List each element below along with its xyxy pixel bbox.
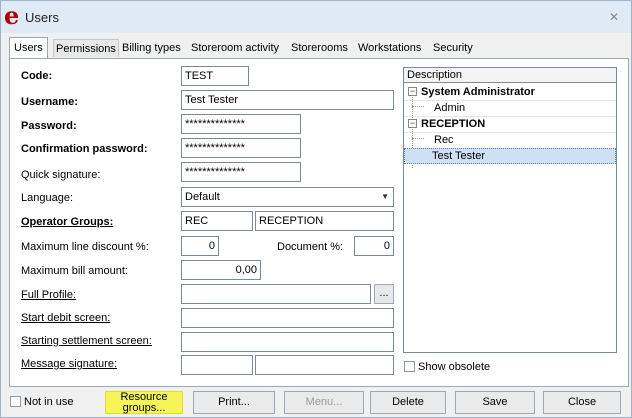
max-bill-amount-label: Maximum bill amount: (21, 265, 128, 277)
start-debit-screen-label[interactable]: Start debit screen: (21, 312, 110, 324)
app-logo-icon: e (4, 1, 20, 30)
code-label: Code: (21, 70, 53, 82)
title-bar[interactable]: e Users ✕ (1, 1, 631, 33)
print-button[interactable]: Print... (193, 391, 275, 414)
username-label: Username: (21, 96, 78, 108)
max-line-discount-label: Maximum line discount %: (21, 241, 149, 253)
operator-group-code-field[interactable]: REC (181, 211, 253, 231)
tree-item-row[interactable]: Rec (404, 132, 616, 148)
tab-storerooms[interactable]: Storerooms (289, 39, 350, 57)
tree-column-header[interactable]: Description (404, 68, 616, 83)
document-percent-label: Document %: (277, 241, 344, 253)
tab-permissions[interactable]: Permissions (53, 39, 119, 57)
language-label: Language: (21, 192, 73, 204)
chevron-down-icon[interactable]: ▼ (381, 188, 389, 206)
confirmation-password-label: Confirmation password: (21, 143, 148, 155)
message-signature-label[interactable]: Message signature: (21, 358, 117, 370)
operator-groups-label[interactable]: Operator Groups: (21, 216, 113, 228)
language-select[interactable]: Default ▼ (181, 187, 394, 207)
operator-group-name-field[interactable]: RECEPTION (255, 211, 394, 231)
close-icon[interactable]: ✕ (607, 10, 621, 24)
code-field[interactable]: TEST (181, 66, 249, 86)
tab-strip: Users Permissions Billing types Storeroo… (9, 37, 629, 59)
collapse-icon[interactable]: − (408, 87, 417, 96)
delete-button[interactable]: Delete (370, 391, 446, 414)
tree-item-label: Rec (434, 134, 454, 146)
starting-settlement-screen-label[interactable]: Starting settlement screen: (21, 335, 152, 347)
collapse-icon[interactable]: − (408, 119, 417, 128)
document-percent-field[interactable]: 0 (354, 236, 394, 256)
password-label: Password: (21, 120, 77, 132)
tree-item-row-selected[interactable]: Test Tester (404, 148, 616, 164)
full-profile-browse-button[interactable]: ... (374, 284, 394, 304)
language-select-value: Default (185, 191, 220, 203)
menu-button[interactable]: Menu... (284, 391, 364, 414)
quick-signature-field[interactable]: ************** (181, 162, 301, 182)
message-signature-field-2[interactable] (255, 355, 394, 375)
tree-group-label: System Administrator (421, 86, 535, 98)
not-in-use-checkbox[interactable] (10, 396, 21, 407)
quick-signature-label: Quick signature: (21, 169, 101, 181)
password-field[interactable]: ************** (181, 114, 301, 134)
tab-workstations[interactable]: Workstations (356, 39, 423, 57)
message-signature-field-1[interactable] (181, 355, 253, 375)
close-button[interactable]: Close (543, 391, 621, 414)
tree-group-row[interactable]: − RECEPTION (404, 116, 616, 132)
tab-users[interactable]: Users (9, 37, 48, 58)
starting-settlement-screen-field[interactable] (181, 332, 394, 352)
full-profile-field[interactable] (181, 284, 371, 304)
tree-group-label: RECEPTION (421, 118, 486, 130)
tree-item-label: Test Tester (432, 150, 485, 162)
tab-billing-types[interactable]: Billing types (120, 39, 183, 57)
tree-group-row[interactable]: − System Administrator (404, 84, 616, 100)
save-button[interactable]: Save (455, 391, 535, 414)
tree-item-label: Admin (434, 102, 466, 114)
max-bill-amount-field[interactable]: 0,00 (181, 260, 261, 280)
window-title: Users (25, 10, 59, 25)
username-field[interactable]: Test Tester (181, 90, 394, 110)
start-debit-screen-field[interactable] (181, 308, 394, 328)
tab-security[interactable]: Security (431, 39, 475, 57)
show-obsolete-checkbox[interactable] (404, 361, 415, 372)
full-profile-label[interactable]: Full Profile: (21, 289, 76, 301)
confirmation-password-field[interactable]: ************** (181, 138, 301, 158)
not-in-use-label[interactable]: Not in use (24, 396, 74, 408)
show-obsolete-label[interactable]: Show obsolete (418, 361, 490, 373)
tab-storeroom-activity[interactable]: Storeroom activity (189, 39, 281, 57)
max-line-discount-field[interactable]: 0 (181, 236, 219, 256)
resource-groups-button[interactable]: Resource groups... (105, 391, 183, 414)
tree-item-row[interactable]: Admin (404, 100, 616, 116)
operator-group-tree[interactable]: Description − System Administrator Admin… (403, 67, 617, 353)
users-window: e Users ✕ Users Permissions Billing type… (0, 0, 632, 418)
resource-groups-line2: groups... (122, 402, 166, 414)
